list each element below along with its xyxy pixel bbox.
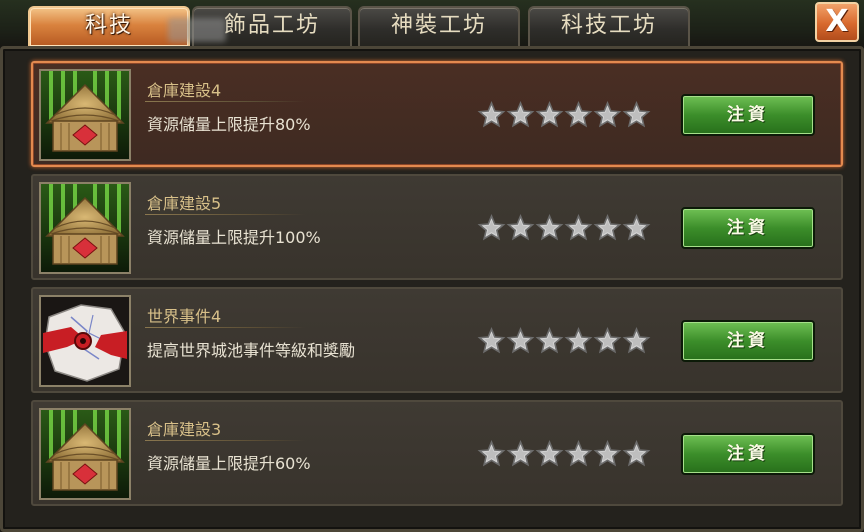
star-icon — [506, 214, 535, 241]
warehouse-hut-icon[interactable] — [39, 69, 131, 161]
tab-tech[interactable]: 科技 — [28, 6, 190, 46]
star-icon — [477, 440, 506, 467]
name-divider — [145, 327, 305, 328]
invest-button[interactable]: 注資 — [681, 94, 815, 136]
star-rating — [477, 214, 651, 242]
star-icon — [477, 101, 506, 128]
tech-item-row[interactable]: 倉庫建設5 資源儲量上限提升100% 注資 — [31, 174, 843, 280]
star-rating — [477, 327, 651, 355]
invest-button[interactable]: 注資 — [681, 433, 815, 475]
name-divider — [145, 440, 305, 441]
star-icon — [564, 327, 593, 354]
star-icon — [622, 214, 651, 241]
tech-item-row[interactable]: 倉庫建設3 資源儲量上限提升60% 注資 — [31, 400, 843, 506]
star-icon — [477, 327, 506, 354]
star-icon — [593, 327, 622, 354]
star-icon — [535, 214, 564, 241]
name-divider — [145, 214, 305, 215]
star-icon — [564, 440, 593, 467]
tech-item-row[interactable]: 世界事件4 提高世界城池事件等級和獎勵 注資 — [31, 287, 843, 393]
star-icon — [593, 214, 622, 241]
tech-description: 資源儲量上限提升100% — [147, 228, 321, 247]
star-icon — [622, 440, 651, 467]
star-rating — [477, 101, 651, 129]
invest-button[interactable]: 注資 — [681, 320, 815, 362]
star-icon — [535, 327, 564, 354]
tab-tech-workshop[interactable]: 科技工坊 — [528, 6, 690, 46]
tech-name: 世界事件4 — [147, 307, 222, 326]
star-icon — [622, 101, 651, 128]
tech-name: 倉庫建設3 — [147, 420, 222, 439]
tech-description: 資源儲量上限提升80% — [147, 115, 311, 134]
star-icon — [593, 440, 622, 467]
star-icon — [535, 101, 564, 128]
world-event-icon[interactable] — [39, 295, 131, 387]
tab-divine-gear-workshop[interactable]: 神裝工坊 — [358, 6, 520, 46]
star-icon — [564, 214, 593, 241]
star-icon — [506, 440, 535, 467]
name-divider — [145, 101, 305, 102]
star-icon — [535, 440, 564, 467]
tech-name: 倉庫建設5 — [147, 194, 222, 213]
star-icon — [564, 101, 593, 128]
warehouse-hut-icon[interactable] — [39, 408, 131, 500]
tech-description: 提高世界城池事件等級和獎勵 — [147, 341, 356, 360]
star-icon — [622, 327, 651, 354]
close-button[interactable]: X — [815, 2, 859, 42]
blurred-region — [168, 18, 226, 42]
tech-item-row[interactable]: 倉庫建設4 資源儲量上限提升80% 注資 — [31, 61, 843, 167]
warehouse-hut-icon[interactable] — [39, 182, 131, 274]
tech-description: 資源儲量上限提升60% — [147, 454, 311, 473]
star-icon — [506, 327, 535, 354]
tech-list-panel: 倉庫建設4 資源儲量上限提升80% 注資 倉庫建設5 資源儲量上限提升100% … — [0, 46, 864, 532]
star-rating — [477, 440, 651, 468]
tech-name: 倉庫建設4 — [147, 81, 222, 100]
star-icon — [506, 101, 535, 128]
invest-button[interactable]: 注資 — [681, 207, 815, 249]
star-icon — [477, 214, 506, 241]
star-icon — [593, 101, 622, 128]
